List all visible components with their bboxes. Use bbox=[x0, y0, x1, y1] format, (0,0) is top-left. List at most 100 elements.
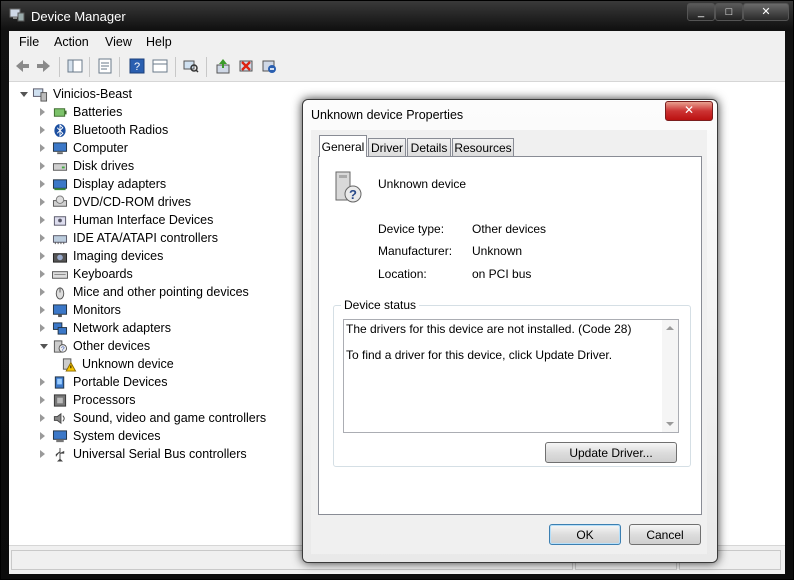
battery-icon bbox=[53, 108, 67, 117]
dvd-drive-icon bbox=[52, 195, 68, 207]
expand-arrow-icon[interactable] bbox=[40, 198, 45, 206]
dialog-close-button[interactable]: ✕ bbox=[665, 101, 713, 121]
status-scrollbar[interactable] bbox=[662, 320, 678, 432]
tree-item-label: Bluetooth Radios bbox=[73, 123, 169, 137]
disable-device-icon[interactable] bbox=[238, 58, 254, 74]
menu-bar: File Action View Help bbox=[9, 31, 785, 53]
tree-item-label: Monitors bbox=[73, 303, 121, 317]
collapse-arrow-icon[interactable] bbox=[20, 92, 28, 97]
status-text-line2: To find a driver for this device, click … bbox=[346, 348, 613, 362]
uninstall-device-icon[interactable] bbox=[261, 58, 277, 74]
tab-general[interactable]: General bbox=[319, 135, 367, 157]
tab-driver[interactable]: Driver bbox=[368, 138, 406, 156]
toolbar-separator bbox=[119, 57, 120, 77]
cancel-button[interactable]: Cancel bbox=[629, 524, 701, 545]
bluetooth-icon bbox=[54, 123, 66, 138]
expand-arrow-icon[interactable] bbox=[40, 270, 45, 278]
tree-item-label: Imaging devices bbox=[73, 249, 164, 263]
svg-text:?: ? bbox=[61, 346, 65, 353]
tree-item-label: Other devices bbox=[73, 339, 151, 353]
menu-help[interactable]: Help bbox=[146, 35, 172, 49]
computer-root-icon bbox=[32, 88, 48, 102]
toolbar-separator bbox=[175, 57, 176, 77]
device-manager-icon bbox=[9, 8, 25, 22]
title-bar[interactable]: Device Manager _ □ ✕ bbox=[1, 1, 793, 31]
dialog-title: Unknown device Properties bbox=[311, 108, 464, 122]
toolbar-separator bbox=[206, 57, 207, 77]
tree-item-label: Mice and other pointing devices bbox=[73, 285, 249, 299]
toolbar: ? bbox=[9, 53, 785, 82]
unknown-device-icon: ? bbox=[53, 340, 68, 353]
help-icon[interactable]: ? bbox=[129, 58, 145, 74]
properties-dialog: Unknown device Properties ✕ General Driv… bbox=[302, 99, 718, 563]
scroll-down-arrow-icon[interactable] bbox=[666, 422, 674, 426]
tree-item-label: Unknown device bbox=[82, 357, 174, 371]
expand-arrow-icon[interactable] bbox=[40, 450, 45, 458]
expand-arrow-icon[interactable] bbox=[40, 108, 45, 116]
expand-arrow-icon[interactable] bbox=[40, 162, 45, 170]
camera-icon bbox=[52, 253, 68, 263]
expand-arrow-icon[interactable] bbox=[40, 234, 45, 242]
expand-arrow-icon[interactable] bbox=[40, 378, 45, 386]
expand-arrow-icon[interactable] bbox=[40, 252, 45, 260]
processor-icon bbox=[53, 394, 67, 407]
device-type-label: Device type: bbox=[378, 222, 445, 236]
update-driver-icon[interactable] bbox=[215, 58, 231, 74]
menu-action[interactable]: Action bbox=[54, 35, 89, 49]
properties-icon[interactable] bbox=[97, 58, 113, 74]
tree-item-label: Computer bbox=[73, 141, 128, 155]
device-status-title: Device status bbox=[341, 298, 420, 312]
monitor-icon bbox=[52, 304, 68, 318]
portable-device-icon bbox=[54, 376, 65, 389]
scroll-up-arrow-icon[interactable] bbox=[666, 326, 674, 330]
general-tab-page: ? Unknown device Device type: Other devi… bbox=[318, 156, 702, 515]
show-hide-tree-icon[interactable] bbox=[67, 58, 83, 74]
device-status-textbox[interactable]: The drivers for this device are not inst… bbox=[343, 319, 679, 433]
scan-hardware-icon[interactable] bbox=[183, 58, 199, 74]
svg-text:?: ? bbox=[349, 187, 357, 202]
minimize-button[interactable]: _ bbox=[687, 3, 715, 21]
update-driver-button[interactable]: Update Driver... bbox=[545, 442, 677, 463]
forward-arrow-icon[interactable] bbox=[36, 58, 52, 74]
expand-arrow-icon[interactable] bbox=[40, 414, 45, 422]
expand-arrow-icon[interactable] bbox=[40, 216, 45, 224]
expand-arrow-icon[interactable] bbox=[40, 306, 45, 314]
tree-item-label: IDE ATA/ATAPI controllers bbox=[73, 231, 218, 245]
ok-button[interactable]: OK bbox=[549, 524, 621, 545]
warning-device-icon bbox=[62, 358, 77, 372]
tree-item-label: Human Interface Devices bbox=[73, 213, 214, 227]
ide-controller-icon bbox=[52, 235, 68, 245]
view-icon[interactable] bbox=[152, 58, 168, 74]
tree-item-label: DVD/CD-ROM drives bbox=[73, 195, 192, 209]
manufacturer-value: Unknown bbox=[472, 244, 523, 258]
tree-item-label: System devices bbox=[73, 429, 161, 443]
tree-item-label: Display adapters bbox=[73, 177, 167, 191]
tab-details[interactable]: Details bbox=[407, 138, 451, 156]
expand-arrow-icon[interactable] bbox=[40, 396, 45, 404]
tab-resources[interactable]: Resources bbox=[452, 138, 514, 156]
toolbar-separator bbox=[89, 57, 90, 77]
expand-arrow-icon[interactable] bbox=[40, 324, 45, 332]
collapse-arrow-icon[interactable] bbox=[40, 344, 48, 349]
unknown-device-icon: ? bbox=[335, 171, 362, 203]
menu-view[interactable]: View bbox=[105, 35, 132, 49]
maximize-button[interactable]: □ bbox=[715, 3, 743, 21]
tree-item-label: Portable Devices bbox=[73, 375, 168, 389]
menu-file[interactable]: File bbox=[19, 35, 39, 49]
expand-arrow-icon[interactable] bbox=[40, 180, 45, 188]
back-arrow-icon[interactable] bbox=[14, 58, 30, 74]
location-value: on PCI bus bbox=[472, 267, 532, 281]
tree-item-label: Keyboards bbox=[73, 267, 133, 281]
disk-drive-icon bbox=[52, 163, 68, 171]
tree-item-label: Disk drives bbox=[73, 159, 135, 173]
expand-arrow-icon[interactable] bbox=[40, 432, 45, 440]
device-name: Unknown device bbox=[378, 177, 467, 191]
expand-arrow-icon[interactable] bbox=[40, 126, 45, 134]
expand-arrow-icon[interactable] bbox=[40, 288, 45, 296]
tree-item-label: Vinicios-Beast bbox=[53, 87, 132, 101]
keyboard-icon bbox=[52, 271, 68, 279]
expand-arrow-icon[interactable] bbox=[40, 144, 45, 152]
hid-icon bbox=[53, 216, 67, 226]
close-button[interactable]: ✕ bbox=[743, 3, 789, 21]
usb-icon bbox=[55, 447, 65, 462]
